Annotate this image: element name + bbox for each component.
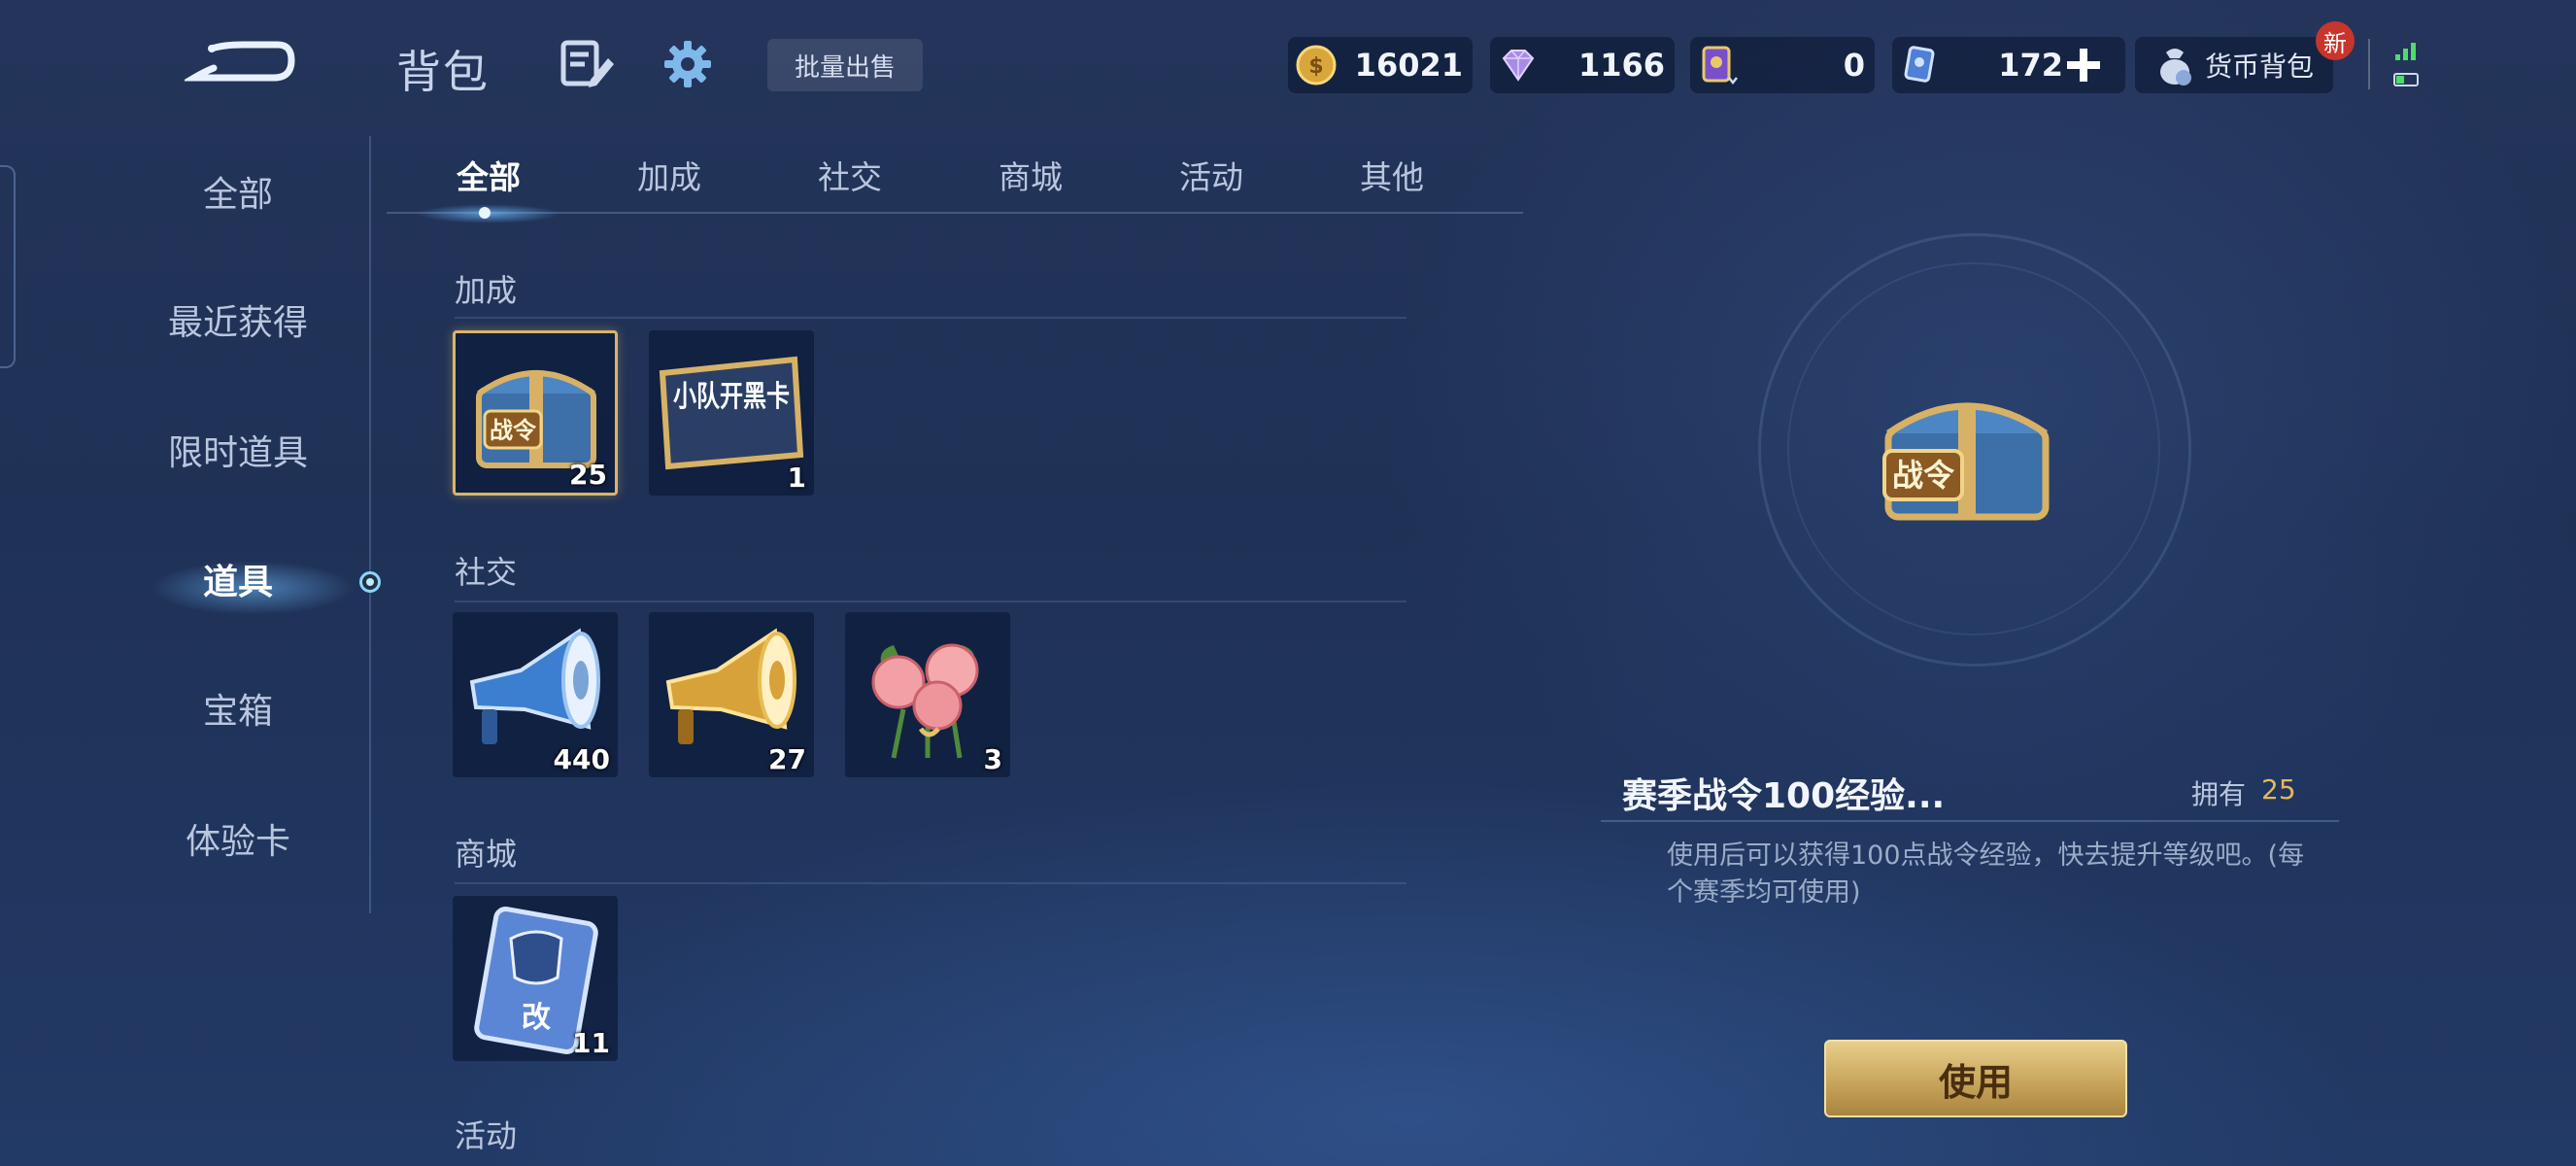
chest-art-text: 战令 <box>490 417 537 444</box>
detail-description: 使用后可以获得100点战令经验，快去提升等级吧。(每个赛季均可使用) <box>1667 840 2305 908</box>
back-arrow-icon <box>182 41 295 82</box>
sidebar-item-props[interactable]: 道具 <box>78 549 398 617</box>
blue-ticket-icon <box>1904 46 1935 83</box>
section-title-bonus: 加成 <box>455 272 518 309</box>
plus-icon <box>2067 49 2100 82</box>
item-battle-pass-chest[interactable]: 战令 25 <box>453 330 618 496</box>
sidebar-divider <box>369 136 371 913</box>
tab-all[interactable]: 全部 <box>416 154 561 202</box>
tab-activity[interactable]: 活动 <box>1138 154 1284 202</box>
gold-coin-icon: $ <box>1296 45 1337 86</box>
battle-pass-chest-icon: 战令 <box>1882 402 2050 521</box>
currency-purple-ticket[interactable]: 0 <box>1690 37 1875 93</box>
bulk-sell-button[interactable]: 批量出售 <box>767 39 923 91</box>
item-count: 11 <box>572 1027 610 1059</box>
edit-list-button[interactable] <box>556 33 618 95</box>
side-accent <box>0 165 16 368</box>
add-currency-button[interactable] <box>2061 43 2106 87</box>
use-button[interactable]: 使用 <box>1824 1040 2127 1117</box>
item-count: 27 <box>768 743 806 775</box>
squad-card-art-text: 小队开黑卡 <box>673 380 790 414</box>
divider <box>2368 39 2370 89</box>
sidebar-item-all[interactable]: 全部 <box>78 161 398 229</box>
sidebar-item-trial-cards[interactable]: 体验卡 <box>78 808 398 876</box>
section-divider <box>455 882 1407 884</box>
active-tab-dot <box>479 207 491 219</box>
section-divider <box>455 317 1407 319</box>
rename-card-art-text: 改 <box>522 1001 551 1035</box>
diamond-icon <box>1502 50 1535 82</box>
svg-text:$: $ <box>1308 54 1323 79</box>
section-divider <box>455 600 1407 602</box>
tab-mall[interactable]: 商城 <box>958 154 1103 202</box>
detail-art-text: 战令 <box>1892 457 1955 494</box>
detail-item-name: 赛季战令100经验... <box>1622 776 1946 816</box>
purple-ticket-icon <box>1702 46 1738 86</box>
item-count: 1 <box>787 462 806 494</box>
own-label: 拥有 <box>2191 778 2247 810</box>
currency-wallet-button[interactable]: 货币背包 <box>2135 37 2333 93</box>
signal-battery-indicator <box>2391 39 2424 97</box>
item-rename-card[interactable]: 改 11 <box>453 896 618 1061</box>
sidebar-item-limited[interactable]: 限时道具 <box>78 420 398 488</box>
sidebar-item-recent[interactable]: 最近获得 <box>78 290 398 358</box>
diamond-value: 1166 <box>1577 47 1665 84</box>
own-count: 25 <box>2261 773 2296 806</box>
tab-bonus[interactable]: 加成 <box>596 154 742 202</box>
back-button[interactable] <box>182 29 301 97</box>
currency-diamond: 1166 <box>1490 37 1675 93</box>
tab-social[interactable]: 社交 <box>777 154 923 202</box>
detail-divider <box>1601 820 2339 822</box>
tab-other[interactable]: 其他 <box>1319 154 1465 202</box>
item-count: 440 <box>553 743 610 775</box>
section-title-activity: 活动 <box>455 1117 518 1154</box>
money-bag-icon <box>2160 49 2191 86</box>
section-title-mall: 商城 <box>455 836 518 873</box>
item-blue-megaphone[interactable]: 440 <box>453 612 618 777</box>
page-title: 背包 <box>396 46 490 98</box>
edit-list-icon <box>560 40 614 87</box>
section-title-social: 社交 <box>455 554 518 591</box>
gold-value: 16021 <box>1354 47 1463 84</box>
wallet-label: 货币背包 <box>2205 51 2315 83</box>
new-badge: 新 <box>2316 21 2355 60</box>
item-rose-bouquet[interactable]: 3 <box>845 612 1010 777</box>
item-gold-megaphone[interactable]: 27 <box>649 612 814 777</box>
gear-icon <box>664 41 711 87</box>
purple-ticket-value: 0 <box>1843 47 1865 84</box>
settings-button[interactable] <box>657 33 719 95</box>
currency-gold: $ 16021 <box>1288 37 1473 93</box>
signal-icon <box>2393 43 2419 86</box>
item-squad-card[interactable]: 小队开黑卡 1 <box>649 330 814 496</box>
item-count: 25 <box>569 459 607 491</box>
sidebar-item-chests[interactable]: 宝箱 <box>78 678 398 746</box>
item-count: 3 <box>983 743 1002 775</box>
detail-item-image: 战令 <box>1865 369 2069 534</box>
